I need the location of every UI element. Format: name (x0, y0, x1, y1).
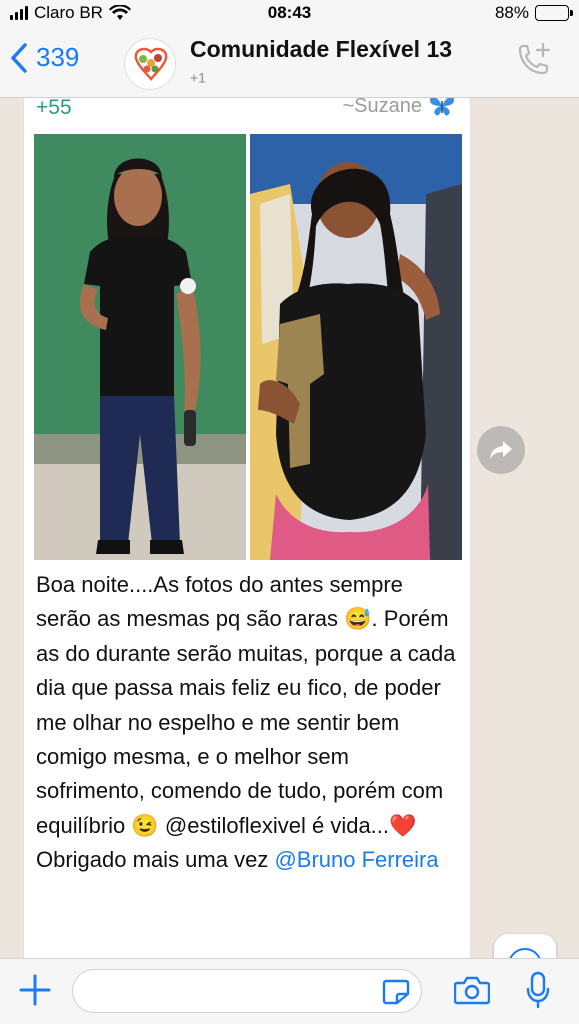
avatar-image (126, 40, 175, 89)
battery-percent: 88% (494, 3, 529, 22)
photo-before-group[interactable] (250, 134, 462, 560)
unread-count: 339 (36, 42, 80, 72)
forward-icon (490, 441, 512, 459)
message-input-bar (0, 958, 579, 1024)
chat-header: 339 Comunidade Flexível 13 +1 (0, 26, 579, 98)
battery-icon (535, 5, 573, 21)
status-right: 88% (494, 3, 573, 23)
redaction-box (209, 68, 490, 90)
sender-number-text: +55 (36, 98, 72, 119)
plus-icon[interactable] (18, 973, 52, 1007)
chat-subtitle: +1 (190, 68, 490, 90)
grinning-sweat-emoji: 😅 (344, 606, 372, 632)
sender-name: ~Suzane (342, 98, 456, 118)
forward-button[interactable] (477, 426, 525, 474)
sender-number[interactable]: +55 (36, 98, 270, 120)
message-bubble[interactable]: +55 ~Suzane Boa noite....As fotos do ant… (24, 98, 470, 958)
butterfly-emoji-icon (430, 98, 454, 116)
status-bar: Claro BR 08:43 88% (0, 0, 579, 26)
message-text-part-4: Obrigado mais uma vez (36, 847, 275, 873)
photo-2-image (250, 134, 462, 560)
message-text-part-2: . Porém as do durante serão muitas, porq… (36, 606, 456, 838)
mention-link[interactable]: @Bruno Ferreira (274, 847, 438, 872)
back-chevron-icon (11, 42, 27, 73)
winking-emoji: 😉 (131, 812, 159, 838)
message-text-part-3: @estiloflexivel é vida... (164, 812, 390, 838)
camera-icon[interactable] (454, 975, 490, 1005)
back-button[interactable]: 339 (10, 42, 79, 73)
group-avatar[interactable] (124, 38, 176, 90)
photo-1-image (34, 134, 246, 560)
scroll-to-bottom-button[interactable] (494, 934, 556, 958)
redaction-box (79, 98, 270, 120)
mic-icon[interactable] (525, 971, 551, 1009)
subtitle-text: +1 (190, 69, 206, 86)
chat-area: +55 ~Suzane Boa noite....As fotos do ant… (0, 98, 579, 958)
chat-title[interactable]: Comunidade Flexível 13 (190, 36, 452, 63)
call-add-icon[interactable] (513, 40, 553, 80)
message-input[interactable] (72, 969, 422, 1013)
photo-before-standing[interactable] (34, 134, 246, 560)
message-text: Boa noite....As fotos do antes sempre se… (36, 568, 460, 878)
red-heart-emoji: ❤️ (389, 812, 417, 838)
clock: 08:43 (267, 3, 312, 22)
sender-name-text: ~Suzane (342, 98, 422, 117)
scroll-down-icon (509, 948, 541, 958)
sticker-icon[interactable] (382, 979, 410, 1005)
